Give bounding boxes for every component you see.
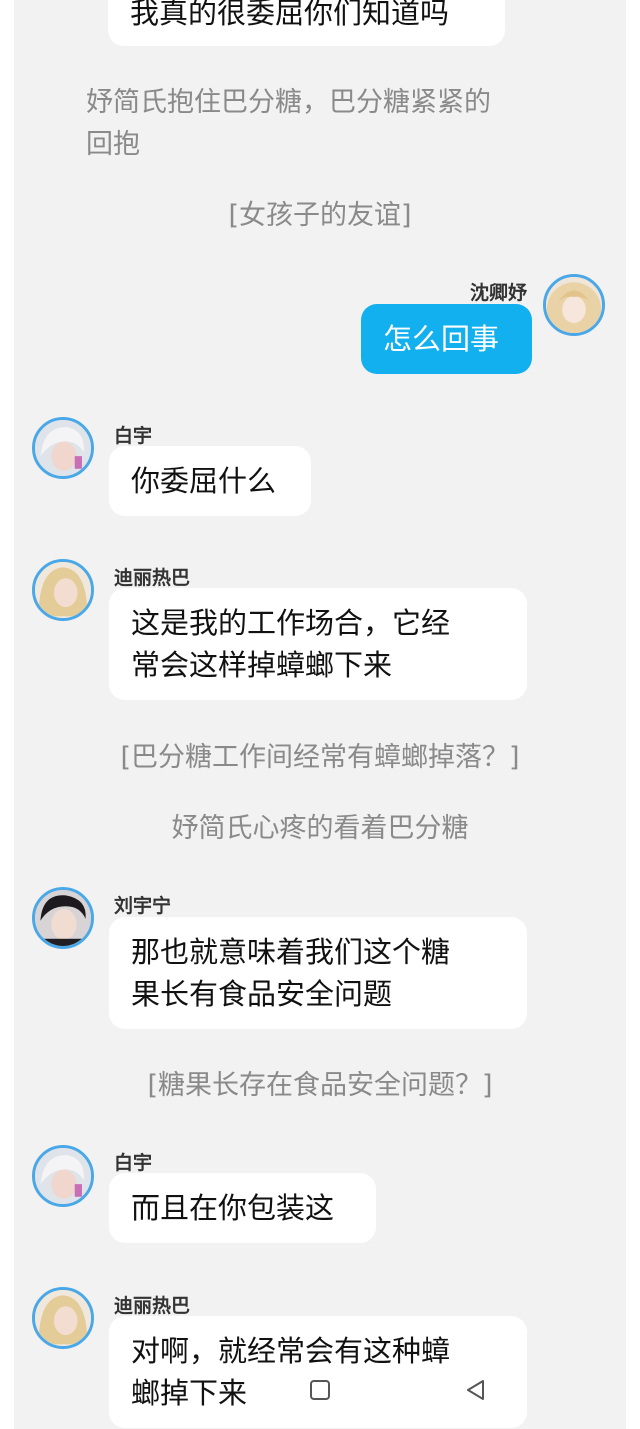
narration-text: [女孩子的友谊] — [228, 200, 412, 231]
narration-text: 妤简氏心疼的看着巴分糖 — [171, 813, 469, 844]
blonde-woman-avatar[interactable] — [32, 559, 94, 621]
message-bubble[interactable]: 对啊，就经常会有这种蟑 螂掉下来 — [109, 1316, 527, 1428]
blonde-girl-avatar[interactable] — [543, 274, 605, 336]
message-bubble[interactable]: 我真的很委屈你们知道吗 — [108, 0, 505, 46]
dark-hair-man-avatar[interactable] — [32, 887, 94, 949]
white-hair-man-avatar[interactable] — [32, 1145, 94, 1207]
message-bubble[interactable]: 而且在你包装这 — [109, 1173, 376, 1243]
message-bubble[interactable]: 你委屈什么 — [109, 446, 311, 516]
sender-name: 白宇 — [114, 1152, 153, 1174]
sender-name: 白宇 — [114, 425, 153, 447]
blonde-woman-avatar[interactable] — [32, 1287, 94, 1349]
sender-name: 迪丽热巴 — [114, 567, 191, 589]
sender-name: 刘宇宁 — [114, 895, 172, 917]
message-bubble[interactable]: 怎么回事 — [361, 304, 532, 374]
narration-text: [巴分糖工作间经常有蟑螂掉落？] — [120, 742, 520, 773]
message-bubble[interactable]: 那也就意味着我们这个糖 果长有食品安全问题 — [109, 917, 527, 1029]
narration-text: 妤简氏抱住巴分糖，巴分糖紧紧的 回抱 — [86, 87, 491, 160]
narration-text: [糖果长存在食品安全问题？] — [147, 1070, 493, 1101]
triangle-back-icon[interactable] — [465, 1379, 487, 1401]
chat-window: 我真的很委屈你们知道吗 妤简氏抱住巴分糖，巴分糖紧紧的 回抱 [女孩子的友谊] … — [14, 0, 626, 1429]
sender-name: 迪丽热巴 — [114, 1295, 191, 1317]
square-home-icon[interactable] — [309, 1379, 331, 1401]
message-bubble[interactable]: 这是我的工作场合，它经 常会这样掉蟑螂下来 — [109, 588, 527, 700]
white-hair-man-avatar[interactable] — [32, 417, 94, 479]
sender-name: 沈卿妤 — [469, 282, 527, 304]
